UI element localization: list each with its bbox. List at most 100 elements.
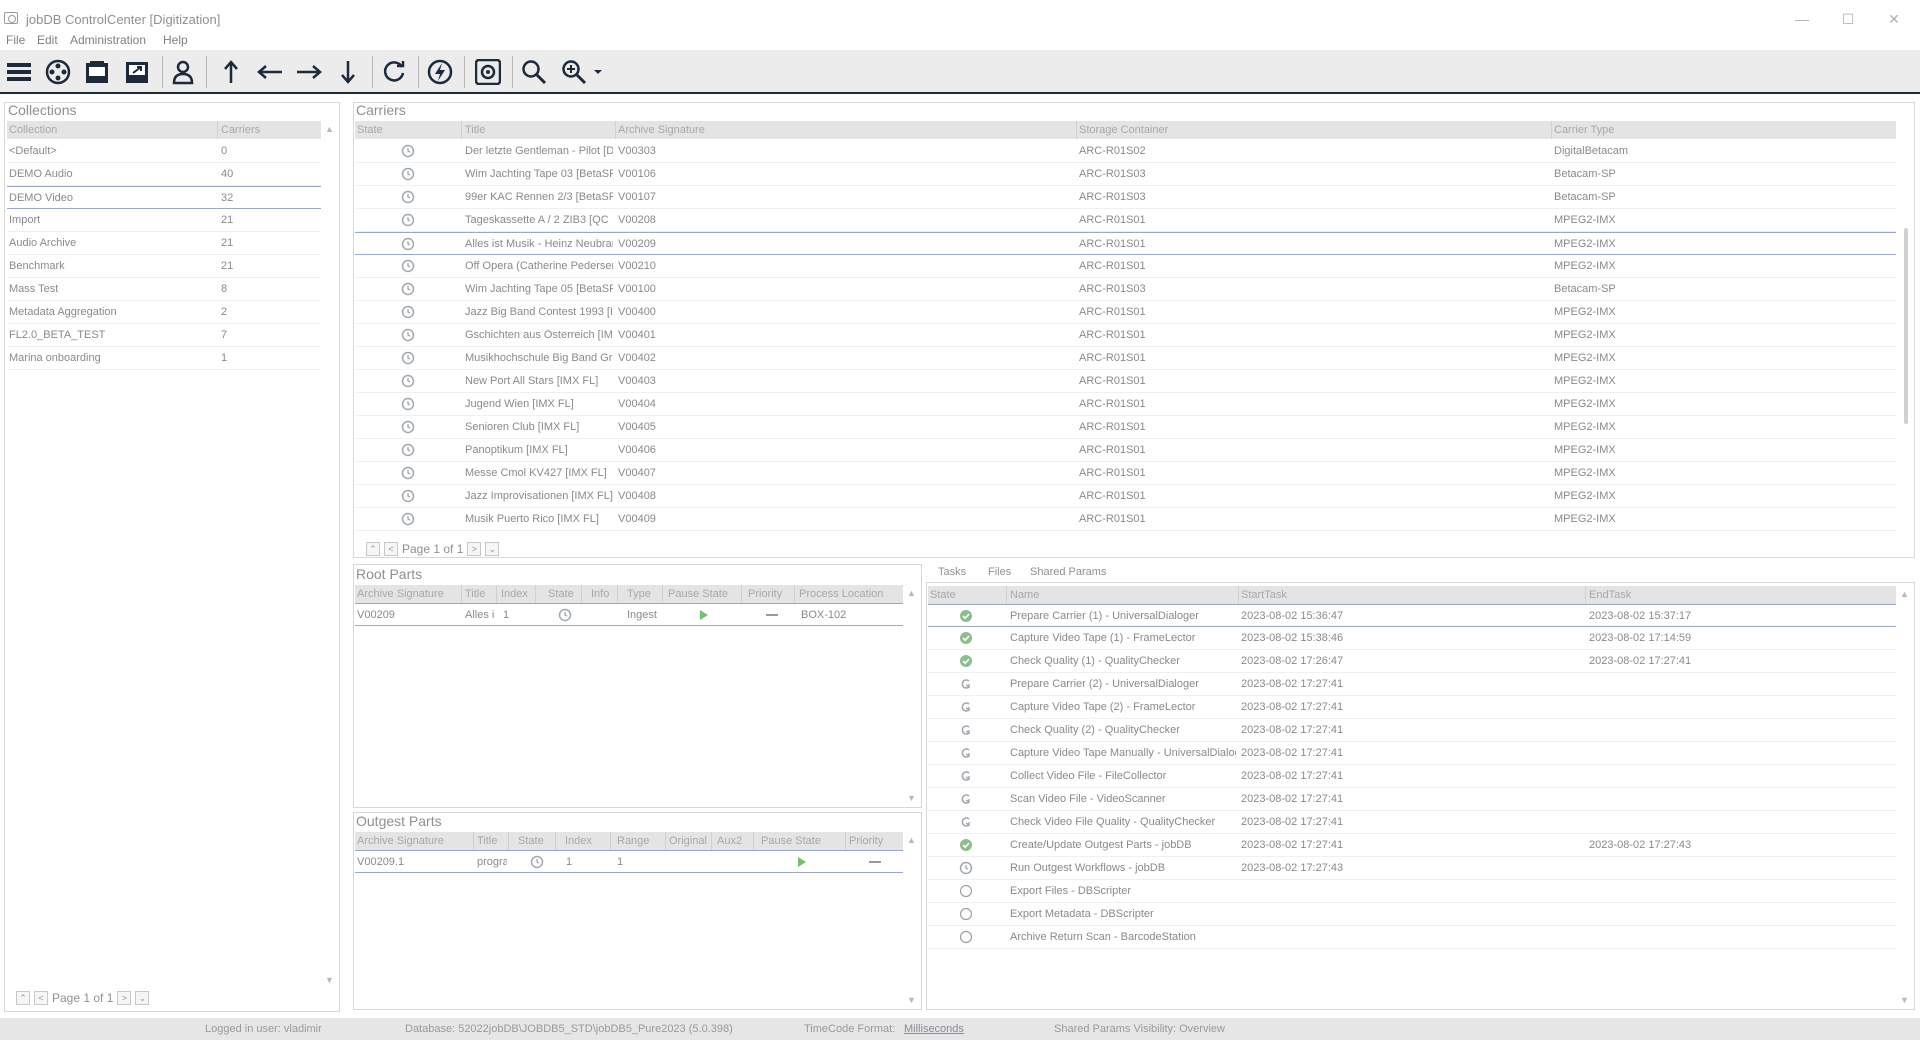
col-collection[interactable]: Collection (9, 124, 57, 136)
task-row[interactable]: Scan Video File - VideoScanner 2023-08-0… (928, 788, 1896, 811)
carriers-page-prev-button[interactable]: < (384, 542, 398, 556)
outgest-part-row[interactable]: V00209.1 prograr 1 1 (355, 850, 903, 873)
op-col-signature[interactable]: Archive Signature (357, 835, 457, 847)
film-reel-icon[interactable] (42, 56, 74, 88)
menu-help[interactable]: Help (163, 33, 188, 47)
lightning-icon[interactable] (424, 56, 456, 88)
rp-col-title[interactable]: Title (465, 588, 493, 600)
carrier-row[interactable]: Tageskassette A / 2 ZIB3 [QC V00208 ARC-… (355, 209, 1896, 232)
arrow-left-icon[interactable] (254, 56, 286, 88)
tab-files[interactable]: Files (988, 566, 1011, 578)
carrier-row[interactable]: Jazz Big Band Contest 1993 [II V00400 AR… (355, 301, 1896, 324)
task-row[interactable]: Export Metadata - DBScripter (928, 903, 1896, 926)
task-row[interactable]: Export Files - DBScripter (928, 880, 1896, 903)
tasks-scroll-down[interactable]: ▼ (1900, 995, 1909, 1005)
task-col-name[interactable]: Name (1010, 589, 1039, 601)
op-col-aux2[interactable]: Aux2 (717, 835, 742, 847)
task-row[interactable]: Archive Return Scan - BarcodeStation (928, 926, 1896, 949)
collection-row[interactable]: Metadata Aggregation 2 (7, 301, 321, 324)
minimize-button[interactable]: — (1782, 6, 1822, 32)
carrier-row[interactable]: Der letzte Gentleman - Pilot [Di V00303 … (355, 140, 1896, 163)
task-row[interactable]: Capture Video Tape Manually - UniversalD… (928, 742, 1896, 765)
rp-col-info[interactable]: Info (591, 588, 609, 600)
tab-tasks[interactable]: Tasks (938, 566, 966, 578)
page-prev-button[interactable]: < (34, 991, 48, 1005)
outgest-parts-scroll-up[interactable]: ▲ (907, 835, 916, 845)
col-storage-container[interactable]: Storage Container (1079, 124, 1168, 136)
task-row[interactable]: Check Quality (2) - QualityChecker 2023-… (928, 719, 1896, 742)
play-icon[interactable] (698, 608, 712, 622)
carrier-row[interactable]: Messe Cmol KV427 [IMX FL] V00407 ARC-R01… (355, 462, 1896, 485)
menu-file[interactable]: File (6, 33, 25, 47)
col-title[interactable]: Title (465, 124, 485, 136)
op-col-title[interactable]: Title (477, 835, 505, 847)
page-first-button[interactable]: ⌃ (16, 991, 30, 1005)
rp-col-state[interactable]: State (548, 588, 574, 600)
tasks-scroll-up[interactable]: ▲ (1900, 589, 1909, 599)
rp-col-pause-state[interactable]: Pause State (668, 588, 728, 600)
carrier-row[interactable]: Off Opera (Catherine Pederser V00210 ARC… (355, 255, 1896, 278)
rp-col-type[interactable]: Type (627, 588, 651, 600)
carrier-row[interactable]: Panoptikum [IMX FL] V00406 ARC-R01S01 MP… (355, 439, 1896, 462)
root-parts-scroll-up[interactable]: ▲ (907, 588, 916, 598)
task-row[interactable]: Capture Video Tape (1) - FrameLector 202… (928, 627, 1896, 650)
task-row[interactable]: Capture Video Tape (2) - FrameLector 202… (928, 696, 1896, 719)
play-icon[interactable] (796, 855, 810, 869)
task-row[interactable]: Run Outgest Workflows - jobDB 2023-08-02… (928, 857, 1896, 880)
collection-row[interactable]: Import 21 (7, 209, 321, 232)
collection-row[interactable]: DEMO Audio 40 (7, 163, 321, 186)
col-state[interactable]: State (357, 124, 383, 136)
arrow-up-icon[interactable] (215, 56, 247, 88)
task-row[interactable]: Create/Update Outgest Parts - jobDB 2023… (928, 834, 1896, 857)
collection-row[interactable]: <Default> 0 (7, 140, 321, 163)
collection-row[interactable]: FL2.0_BETA_TEST 7 (7, 324, 321, 347)
carrier-row[interactable]: Wim Jachting Tape 05 [BetaSP V00100 ARC-… (355, 278, 1896, 301)
task-row[interactable]: Collect Video File - FileCollector 2023-… (928, 765, 1896, 788)
carrier-row[interactable]: Jugend Wien [IMX FL] V00404 ARC-R01S01 M… (355, 393, 1896, 416)
chevron-down-icon[interactable] (590, 56, 606, 88)
carrier-row[interactable]: Wim Jachting Tape 03 [BetaSP V00106 ARC-… (355, 163, 1896, 186)
carrier-row[interactable]: Musik Puerto Rico [IMX FL] V00409 ARC-R0… (355, 508, 1896, 531)
col-archive-signature[interactable]: Archive Signature (618, 124, 705, 136)
op-col-range[interactable]: Range (617, 835, 649, 847)
collection-row[interactable]: Marina onboarding 1 (7, 347, 321, 370)
rp-col-index[interactable]: Index (501, 588, 528, 600)
carriers-scrollbar[interactable] (1904, 228, 1908, 424)
task-col-start[interactable]: StartTask (1241, 589, 1287, 601)
col-carrier-type[interactable]: Carrier Type (1554, 124, 1614, 136)
collections-scroll-up[interactable]: ▲ (325, 124, 334, 134)
task-row[interactable]: Check Video File Quality - QualityChecke… (928, 811, 1896, 834)
op-col-original[interactable]: Original (669, 835, 707, 847)
menu-edit[interactable]: Edit (37, 33, 58, 47)
close-button[interactable]: ✕ (1874, 6, 1914, 32)
carrier-row[interactable]: Musikhochschule Big Band Graz V00402 ARC… (355, 347, 1896, 370)
collection-row[interactable]: DEMO Video 32 (7, 186, 321, 209)
task-col-state[interactable]: State (930, 589, 956, 601)
menu-icon[interactable] (3, 56, 35, 88)
rp-col-signature[interactable]: Archive Signature (357, 588, 457, 600)
timecode-format-link[interactable]: Milliseconds (904, 1023, 964, 1035)
carriers-page-next-button[interactable]: > (467, 542, 482, 556)
rp-col-process-location[interactable]: Process Location (799, 588, 899, 600)
collection-row[interactable]: Benchmark 21 (7, 255, 321, 278)
carriers-page-first-button[interactable]: ⌃ (366, 542, 380, 556)
op-col-state[interactable]: State (518, 835, 544, 847)
task-row[interactable]: Prepare Carrier (2) - UniversalDialoger … (928, 673, 1896, 696)
carrier-row[interactable]: New Port All Stars [IMX FL] V00403 ARC-R… (355, 370, 1896, 393)
rp-col-priority[interactable]: Priority (748, 588, 782, 600)
carrier-row[interactable]: 99er KAC Rennen 2/3 [BetaSP V00107 ARC-R… (355, 186, 1896, 209)
maximize-button[interactable]: ☐ (1828, 6, 1868, 32)
menu-administration[interactable]: Administration (70, 33, 146, 47)
outgest-parts-scroll-down[interactable]: ▼ (907, 995, 916, 1005)
carrier-icon[interactable] (81, 56, 113, 88)
op-col-pause-state[interactable]: Pause State (761, 835, 821, 847)
root-part-row[interactable]: V00209 Alles is 1 Ingest BOX-102 (355, 603, 903, 626)
arrow-right-icon[interactable] (293, 56, 325, 88)
carrier-row[interactable]: Gschichten aus Österreich [IM V00401 ARC… (355, 324, 1896, 347)
tab-shared-params[interactable]: Shared Params (1030, 566, 1106, 578)
task-row[interactable]: Check Quality (1) - QualityChecker 2023-… (928, 650, 1896, 673)
carriers-page-last-button[interactable]: ⌄ (485, 542, 500, 556)
carrier-row[interactable]: Jazz Improvisationen [IMX FL] V00408 ARC… (355, 485, 1896, 508)
arrow-down-icon[interactable] (332, 56, 364, 88)
collection-row[interactable]: Audio Archive 21 (7, 232, 321, 255)
